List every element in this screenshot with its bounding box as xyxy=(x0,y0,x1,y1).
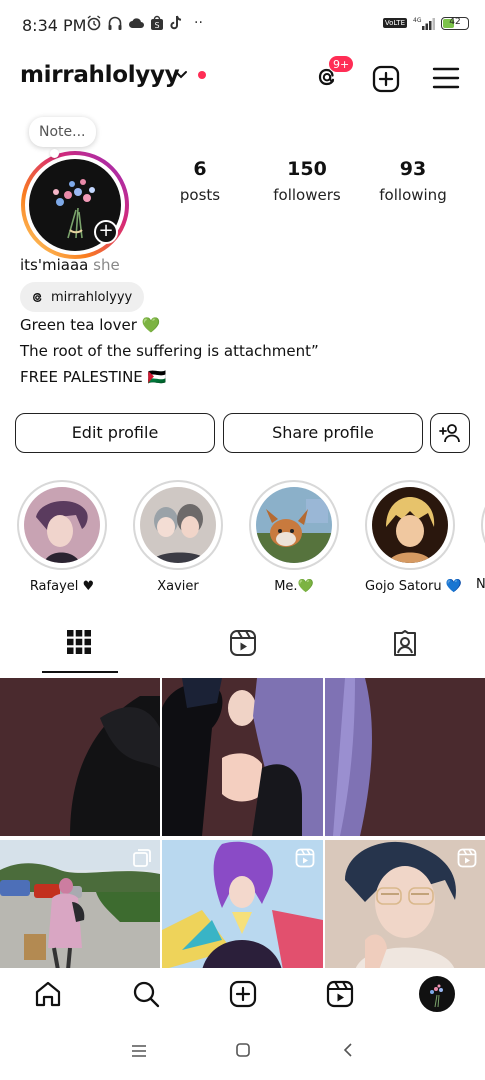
unread-dot xyxy=(198,71,206,79)
highlight-label: Xavier xyxy=(157,579,199,594)
add-person-icon xyxy=(439,423,461,443)
status-notification-icons: S ·· xyxy=(86,15,203,31)
notification-badge: 9+ xyxy=(328,55,355,73)
highlight-label-partial: N xyxy=(476,577,485,592)
edit-profile-button[interactable]: Edit profile xyxy=(15,413,215,453)
bottom-nav xyxy=(0,968,485,1024)
recent-apps-icon[interactable] xyxy=(131,1044,147,1058)
tab-reels[interactable] xyxy=(229,629,257,657)
grid-icon xyxy=(66,629,92,655)
back-icon[interactable] xyxy=(343,1043,353,1057)
profile-nav-avatar[interactable] xyxy=(419,976,455,1012)
add-story-icon[interactable]: + xyxy=(94,220,118,244)
bio-line: Green tea lover 💚 xyxy=(20,316,161,334)
stat-label: followers xyxy=(273,186,341,204)
discover-people-button[interactable] xyxy=(430,413,470,453)
threads-icon xyxy=(30,290,45,305)
reels-icon xyxy=(457,848,477,868)
system-nav-bar xyxy=(0,1024,485,1080)
status-right-icons: VoLTE 4G 42 xyxy=(382,16,469,30)
grid-post[interactable] xyxy=(0,840,160,968)
reels-icon xyxy=(229,629,257,657)
battery-icon: 42 xyxy=(441,16,469,30)
stat-label: following xyxy=(379,186,447,204)
highlight-cover xyxy=(256,487,332,563)
username-switcher[interactable]: mirrahlolyyy xyxy=(20,62,180,88)
highlight-label: Gojo Satoru 💙 xyxy=(365,579,462,594)
grid-post[interactable] xyxy=(0,678,160,836)
create-icon[interactable] xyxy=(372,65,400,93)
carousel-icon xyxy=(132,848,152,868)
posts-grid xyxy=(0,678,485,968)
svg-text:S: S xyxy=(154,21,159,30)
stat-value: 150 xyxy=(287,158,327,180)
share-profile-button[interactable]: Share profile xyxy=(223,413,423,453)
search-icon[interactable] xyxy=(132,980,160,1008)
stat-value: 93 xyxy=(399,158,427,180)
svg-text:4G: 4G xyxy=(413,17,422,24)
bio-line: The root of the suffering is attachment” xyxy=(20,342,319,360)
highlight-cover xyxy=(140,487,216,563)
highlight-cover xyxy=(24,487,100,563)
home-icon[interactable] xyxy=(34,980,62,1008)
threads-handle: mirrahlolyyy xyxy=(51,289,133,305)
note-bubble-tail xyxy=(50,149,59,158)
status-bar: 8:34 PM S ·· VoLTE 4G 42 xyxy=(0,0,485,54)
alarm-icon xyxy=(86,15,102,31)
shopee-icon: S xyxy=(150,15,164,31)
grid-post[interactable] xyxy=(162,678,323,836)
threads-link[interactable]: mirrahlolyyy xyxy=(20,282,145,312)
stat-label: posts xyxy=(179,186,221,204)
volte-icon: VoLTE xyxy=(382,18,407,28)
highlight-item-partial[interactable] xyxy=(481,480,485,570)
reels-nav-icon[interactable] xyxy=(326,980,354,1008)
stat-value: 6 xyxy=(193,158,207,180)
highlight-item[interactable]: Me.💚 xyxy=(249,480,339,594)
highlight-ring xyxy=(17,480,107,570)
tab-tagged[interactable] xyxy=(391,629,419,657)
chevron-down-icon[interactable] xyxy=(174,70,188,80)
status-time: 8:34 PM xyxy=(22,16,87,35)
display-name-text: its'miaaa xyxy=(20,256,89,274)
profile-avatar[interactable] xyxy=(20,150,130,260)
highlight-cover xyxy=(372,487,448,563)
note-bubble[interactable]: Note... xyxy=(29,117,96,147)
highlight-label: Me.💚 xyxy=(274,579,314,594)
highlight-ring xyxy=(249,480,339,570)
stat-followers[interactable]: 150 followers xyxy=(257,158,357,204)
active-tab-indicator xyxy=(42,671,118,673)
tagged-icon xyxy=(391,629,419,657)
tiktok-icon xyxy=(169,15,183,31)
tab-grid[interactable] xyxy=(66,629,92,655)
highlight-ring xyxy=(481,480,485,570)
highlight-item[interactable]: Xavier xyxy=(133,480,223,594)
highlight-label: Rafayel ♥ xyxy=(29,579,95,594)
grid-post[interactable] xyxy=(162,840,323,968)
stat-posts[interactable]: 6 posts xyxy=(150,158,250,204)
highlight-ring xyxy=(365,480,455,570)
stat-following[interactable]: 93 following xyxy=(363,158,463,204)
home-button-icon[interactable] xyxy=(236,1043,250,1057)
more-dots-icon: ·· xyxy=(194,15,203,31)
bio-line: FREE PALESTINE 🇵🇸 xyxy=(20,368,167,386)
grid-post[interactable] xyxy=(325,678,485,836)
highlight-ring xyxy=(133,480,223,570)
profile-header: mirrahlolyyy 9+ xyxy=(0,55,485,103)
signal-icon: 4G xyxy=(413,16,435,30)
grid-post[interactable] xyxy=(325,840,485,968)
menu-icon[interactable] xyxy=(432,66,460,90)
reels-icon xyxy=(295,848,315,868)
headphones-icon xyxy=(107,15,123,31)
cloud-icon xyxy=(128,16,145,30)
highlight-item[interactable]: Gojo Satoru 💙 xyxy=(365,480,462,594)
create-post-icon[interactable] xyxy=(229,980,257,1008)
display-name: its'miaaa she xyxy=(20,256,120,274)
battery-level: 42 xyxy=(449,16,461,27)
pronouns: she xyxy=(93,256,120,274)
highlight-item[interactable]: Rafayel ♥ xyxy=(17,480,107,594)
